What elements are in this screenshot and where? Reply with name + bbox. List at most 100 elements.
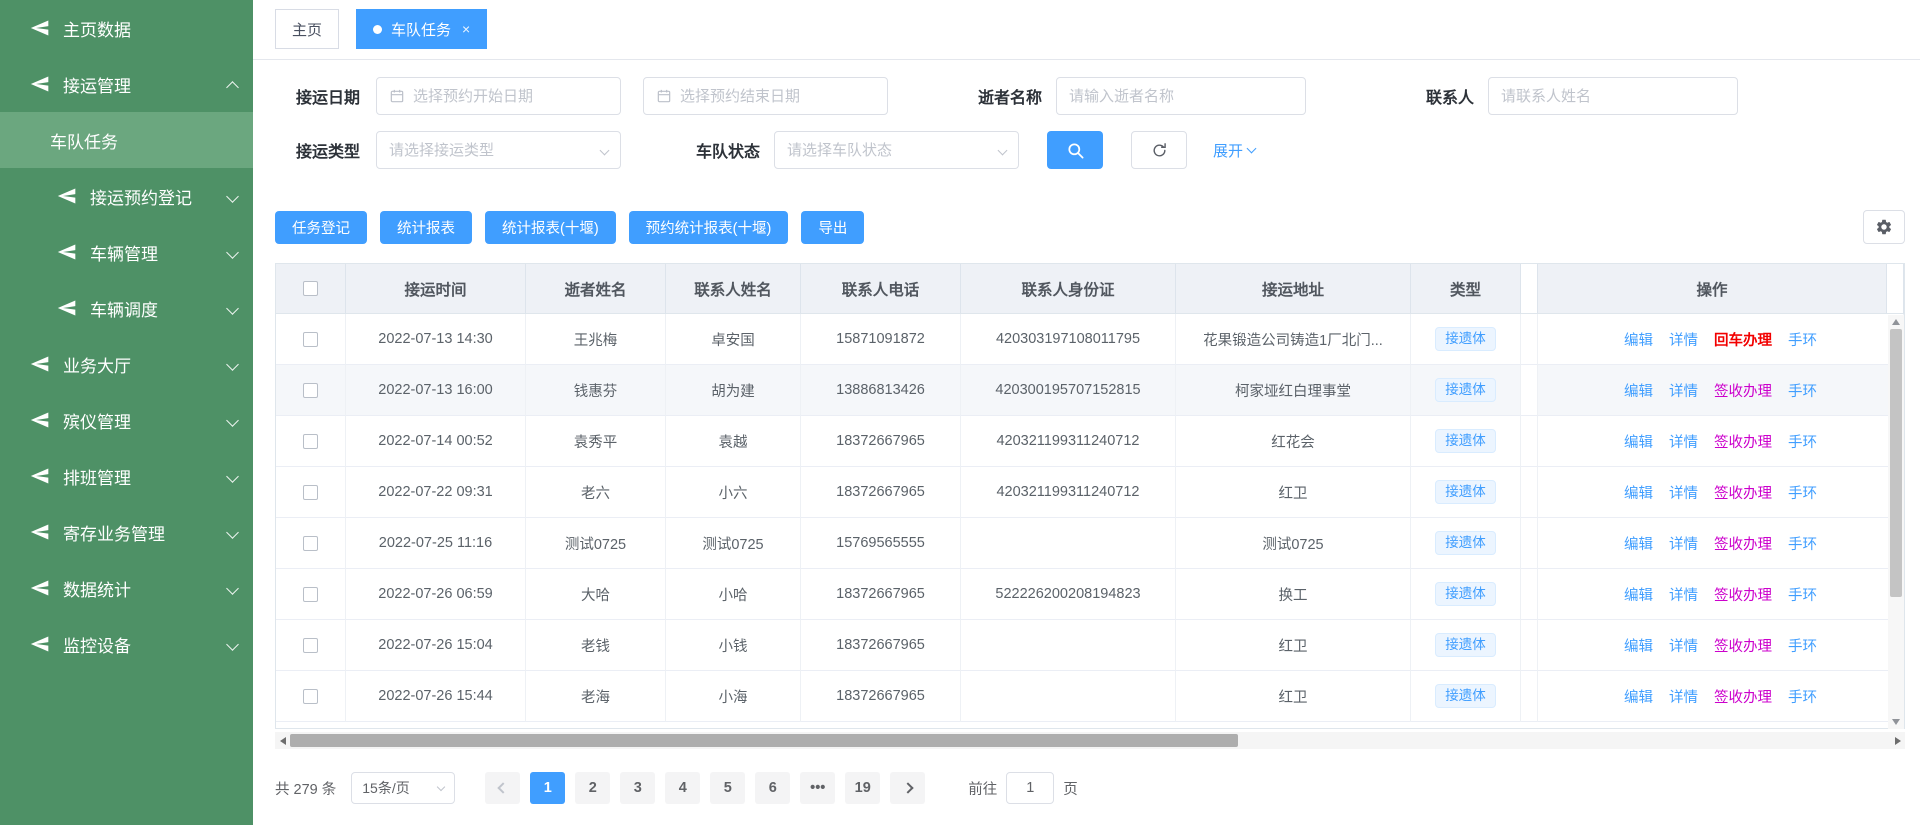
action-sign-receipt[interactable]: 签收办理: [1714, 380, 1772, 401]
table-settings-button[interactable]: [1863, 210, 1905, 244]
sidebar-item-funeral-management[interactable]: 殡仪管理: [0, 392, 253, 448]
row-checkbox[interactable]: [303, 485, 318, 500]
date-end-picker[interactable]: [643, 77, 888, 115]
tab-fleet-tasks[interactable]: 车队任务×: [356, 9, 487, 49]
sidebar-item-home-data[interactable]: 主页数据: [0, 0, 253, 56]
action-wristband[interactable]: 手环: [1788, 635, 1817, 656]
transport-type-input[interactable]: [389, 142, 593, 159]
action-sign-receipt[interactable]: 签收办理: [1714, 635, 1772, 656]
select-all-checkbox[interactable]: [303, 281, 318, 296]
scroll-right-arrow-icon[interactable]: [1890, 732, 1905, 749]
row-checkbox[interactable]: [303, 638, 318, 653]
close-icon[interactable]: ×: [462, 21, 470, 37]
action-edit[interactable]: 编辑: [1624, 431, 1653, 452]
goto-page-input[interactable]: [1006, 772, 1054, 804]
page-button-6[interactable]: 6: [755, 772, 790, 804]
vertical-scrollbar-thumb[interactable]: [1890, 329, 1902, 597]
next-page-button[interactable]: [890, 772, 925, 804]
sidebar-item-storage-business[interactable]: 寄存业务管理: [0, 504, 253, 560]
contact-name-field[interactable]: [1488, 77, 1738, 115]
sidebar-item-transport-management[interactable]: 接运管理: [0, 56, 253, 112]
transport-type-select[interactable]: [376, 131, 621, 169]
task-register-button[interactable]: 任务登记: [275, 211, 367, 244]
action-edit[interactable]: 编辑: [1624, 380, 1653, 401]
sidebar-item-monitoring-devices[interactable]: 监控设备: [0, 616, 253, 672]
filter-row-2: 接运类型 车队状态: [275, 131, 1920, 169]
action-detail[interactable]: 详情: [1669, 329, 1698, 350]
action-sign-receipt[interactable]: 签收办理: [1714, 533, 1772, 554]
horizontal-scrollbar-thumb[interactable]: [290, 734, 1238, 747]
reservation-stats-report-shiyan-button[interactable]: 预约统计报表(十堰): [629, 211, 789, 244]
action-detail[interactable]: 详情: [1669, 686, 1698, 707]
action-sign-receipt[interactable]: 签收办理: [1714, 686, 1772, 707]
action-return-vehicle[interactable]: 回车办理: [1714, 329, 1772, 350]
scroll-down-arrow-icon[interactable]: [1888, 715, 1904, 729]
contact-name-input[interactable]: [1501, 88, 1725, 105]
tab-home[interactable]: 主页: [275, 9, 339, 49]
scroll-left-arrow-icon[interactable]: [275, 732, 290, 749]
deceased-name-input[interactable]: [1069, 88, 1293, 105]
date-start-input[interactable]: [413, 88, 608, 105]
page-button-5[interactable]: 5: [710, 772, 745, 804]
cell-contact-phone: 18372667965: [801, 569, 961, 620]
action-edit[interactable]: 编辑: [1624, 584, 1653, 605]
fleet-status-select[interactable]: [774, 131, 1019, 169]
row-checkbox[interactable]: [303, 536, 318, 551]
page-size-select[interactable]: 15条/页: [351, 772, 455, 804]
action-detail[interactable]: 详情: [1669, 533, 1698, 554]
action-wristband[interactable]: 手环: [1788, 533, 1817, 554]
action-edit[interactable]: 编辑: [1624, 686, 1653, 707]
search-button[interactable]: [1047, 131, 1103, 169]
page-button-19[interactable]: 19: [845, 772, 880, 804]
date-end-input[interactable]: [680, 88, 875, 105]
action-edit[interactable]: 编辑: [1624, 329, 1653, 350]
page-button-2[interactable]: 2: [575, 772, 610, 804]
reset-button[interactable]: [1131, 131, 1187, 169]
sidebar-item-vehicle-dispatch[interactable]: 车辆调度: [0, 280, 253, 336]
vertical-scrollbar[interactable]: [1888, 315, 1904, 729]
prev-page-button[interactable]: [485, 772, 520, 804]
action-wristband[interactable]: 手环: [1788, 584, 1817, 605]
action-wristband[interactable]: 手环: [1788, 329, 1817, 350]
action-sign-receipt[interactable]: 签收办理: [1714, 584, 1772, 605]
sidebar-item-business-hall[interactable]: 业务大厅: [0, 336, 253, 392]
action-detail[interactable]: 详情: [1669, 482, 1698, 503]
expand-toggle[interactable]: 展开: [1213, 140, 1255, 161]
more-pages-button[interactable]: •••: [800, 772, 835, 804]
sidebar-item-fleet-tasks[interactable]: 车队任务: [0, 112, 253, 168]
row-checkbox[interactable]: [303, 689, 318, 704]
page-button-4[interactable]: 4: [665, 772, 700, 804]
export-button[interactable]: 导出: [801, 211, 864, 244]
stats-report-button[interactable]: 统计报表: [380, 211, 472, 244]
row-checkbox[interactable]: [303, 434, 318, 449]
scroll-up-arrow-icon[interactable]: [1888, 315, 1904, 329]
page-buttons: 123456 ••• 19: [525, 772, 885, 804]
action-detail[interactable]: 详情: [1669, 584, 1698, 605]
sidebar-item-transport-reservation[interactable]: 接运预约登记: [0, 168, 253, 224]
action-wristband[interactable]: 手环: [1788, 686, 1817, 707]
sidebar-item-vehicle-management[interactable]: 车辆管理: [0, 224, 253, 280]
date-start-picker[interactable]: [376, 77, 621, 115]
action-sign-receipt[interactable]: 签收办理: [1714, 482, 1772, 503]
row-checkbox[interactable]: [303, 587, 318, 602]
row-checkbox[interactable]: [303, 383, 318, 398]
page-button-3[interactable]: 3: [620, 772, 655, 804]
sidebar-item-shift-management[interactable]: 排班管理: [0, 448, 253, 504]
action-wristband[interactable]: 手环: [1788, 431, 1817, 452]
action-detail[interactable]: 详情: [1669, 635, 1698, 656]
action-wristband[interactable]: 手环: [1788, 482, 1817, 503]
action-detail[interactable]: 详情: [1669, 431, 1698, 452]
action-edit[interactable]: 编辑: [1624, 635, 1653, 656]
row-checkbox[interactable]: [303, 332, 318, 347]
fleet-status-input[interactable]: [787, 142, 991, 159]
deceased-name-field[interactable]: [1056, 77, 1306, 115]
action-edit[interactable]: 编辑: [1624, 533, 1653, 554]
horizontal-scrollbar[interactable]: [275, 732, 1905, 749]
action-edit[interactable]: 编辑: [1624, 482, 1653, 503]
action-detail[interactable]: 详情: [1669, 380, 1698, 401]
action-sign-receipt[interactable]: 签收办理: [1714, 431, 1772, 452]
page-button-1[interactable]: 1: [530, 772, 565, 804]
stats-report-shiyan-button[interactable]: 统计报表(十堰): [485, 211, 616, 244]
action-wristband[interactable]: 手环: [1788, 380, 1817, 401]
sidebar-item-data-statistics[interactable]: 数据统计: [0, 560, 253, 616]
